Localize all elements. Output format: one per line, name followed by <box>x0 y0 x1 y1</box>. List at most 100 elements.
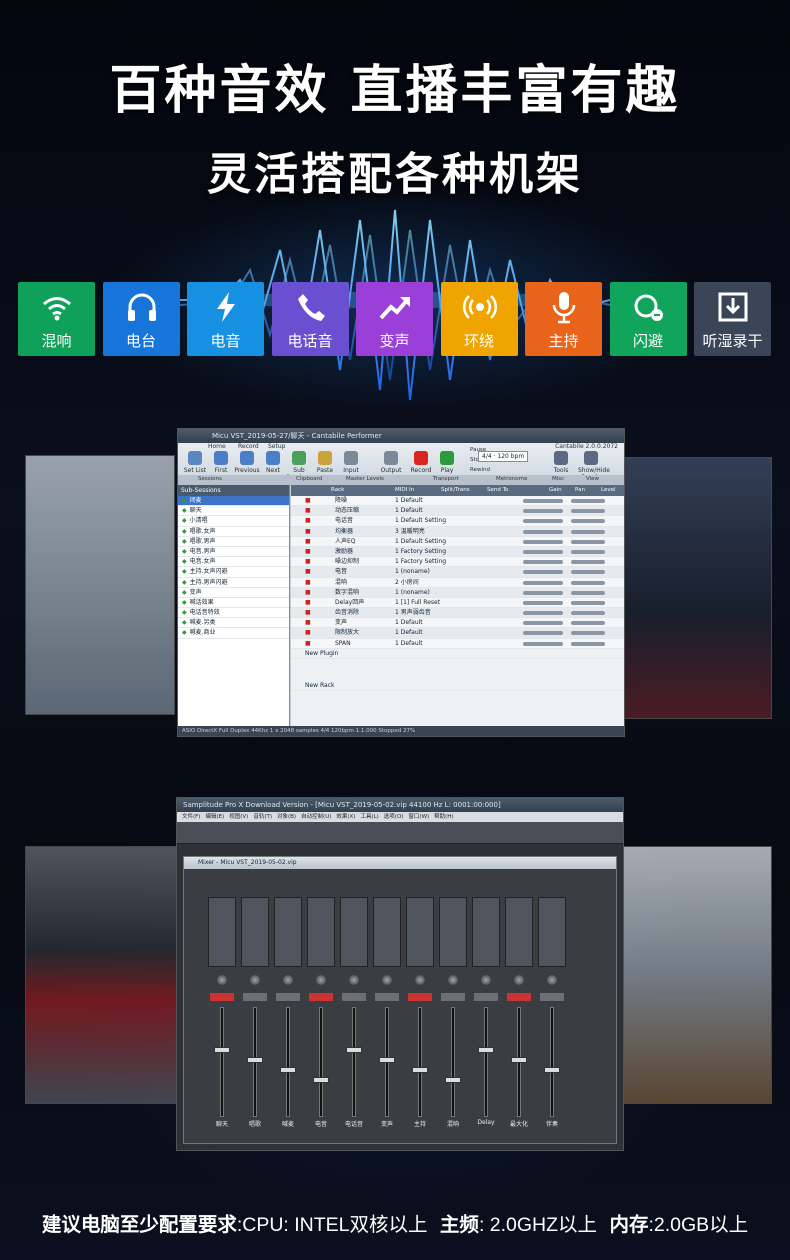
power-icon[interactable]: ■ <box>305 598 311 608</box>
gain-slider[interactable] <box>523 641 563 646</box>
new-rack-button[interactable]: New Rack <box>291 681 624 692</box>
pan-slider[interactable] <box>571 509 605 514</box>
pan-slider[interactable] <box>571 611 605 616</box>
mute-button[interactable] <box>276 993 300 1001</box>
subsession-item[interactable]: ◆ 唱歌.女声 <box>178 527 289 537</box>
pan-knob[interactable] <box>547 975 557 985</box>
menu-item[interactable]: 对象(B) <box>277 814 296 820</box>
plugin-row[interactable]: ■ 限制放大 1 Default <box>291 628 624 639</box>
volume-fader[interactable] <box>379 1057 395 1063</box>
plugin-row[interactable]: ■ 电音 1 (noname) <box>291 567 624 578</box>
plugin-row[interactable]: ■ 均衡器 3 温暖明亮 <box>291 526 624 537</box>
pan-slider[interactable] <box>571 590 605 595</box>
ribbon-button-paste[interactable]: Paste <box>312 451 338 474</box>
subsession-item[interactable]: ◆ 电音.男声 <box>178 547 289 558</box>
pan-slider[interactable] <box>571 560 605 565</box>
gain-slider[interactable] <box>523 499 563 503</box>
tab-record[interactable]: Record <box>238 443 259 450</box>
power-icon[interactable]: ■ <box>305 588 311 598</box>
effect-tile-lightning[interactable]: 电音 <box>187 282 264 356</box>
subsession-item[interactable]: ◆ 小清唱 <box>178 516 289 527</box>
effect-tile-phone[interactable]: 电话音 <box>271 282 349 356</box>
gain-slider[interactable] <box>523 580 563 585</box>
pan-knob[interactable] <box>349 975 359 985</box>
power-icon[interactable]: ■ <box>305 527 311 537</box>
effect-tile-trend-up[interactable]: 变声 <box>356 282 433 356</box>
effect-tile-wifi[interactable]: 混响 <box>18 282 95 356</box>
mute-button[interactable] <box>507 993 531 1001</box>
mute-button[interactable] <box>375 993 399 1001</box>
plugin-row[interactable]: ■ 齿音消除 1 男声弱齿音 <box>291 608 624 619</box>
volume-fader[interactable] <box>544 1067 560 1073</box>
subsession-item[interactable]: ◆ 聊天 <box>178 506 289 517</box>
ribbon-button-output[interactable]: Output <box>378 451 404 474</box>
plugin-row[interactable]: ■ 噪边抑制 1 Factory Setting <box>291 557 624 568</box>
pan-slider[interactable] <box>571 570 605 575</box>
power-icon[interactable]: ■ <box>305 567 311 577</box>
mute-button[interactable] <box>408 993 432 1001</box>
volume-fader[interactable] <box>511 1057 527 1063</box>
pan-slider[interactable] <box>571 519 605 524</box>
pan-knob[interactable] <box>382 975 392 985</box>
gain-slider[interactable] <box>523 600 563 605</box>
pan-slider[interactable] <box>571 549 605 554</box>
ribbon-button-first[interactable]: First <box>208 451 234 474</box>
subsession-item[interactable]: ◆ 喊话效果 <box>178 598 289 609</box>
ribbon-button-tools[interactable]: Tools <box>548 451 574 474</box>
plugin-row[interactable]: ■ 变声 1 Default <box>291 618 624 629</box>
power-icon[interactable]: ■ <box>305 496 311 506</box>
power-icon[interactable]: ■ <box>305 537 311 547</box>
mute-button[interactable] <box>342 993 366 1001</box>
pan-knob[interactable] <box>481 975 491 985</box>
subsession-item[interactable]: ◆ 电话音特效 <box>178 608 289 619</box>
pan-slider[interactable] <box>571 600 605 605</box>
subsession-item[interactable]: ◆ 变声 <box>178 588 289 598</box>
pan-knob[interactable] <box>448 975 458 985</box>
volume-fader[interactable] <box>445 1077 461 1083</box>
mute-button[interactable] <box>441 993 465 1001</box>
menu-item[interactable]: 视图(V) <box>229 814 248 820</box>
effect-tile-download[interactable]: 听湿录干 <box>694 282 771 356</box>
ribbon-button-next[interactable]: Next <box>260 451 286 474</box>
gain-slider[interactable] <box>523 570 563 575</box>
power-icon[interactable]: ■ <box>305 516 311 526</box>
gain-slider[interactable] <box>523 509 563 514</box>
pan-knob[interactable] <box>514 975 524 985</box>
ribbon-button-record[interactable]: Record <box>408 451 434 474</box>
subsession-item[interactable]: ◆ 主持.男声闪避 <box>178 578 289 588</box>
volume-fader[interactable] <box>313 1077 329 1083</box>
tempo-display[interactable]: 4/4 · 120 bpm <box>478 451 529 462</box>
tab-setup[interactable]: Setup <box>268 443 285 450</box>
power-icon[interactable]: ■ <box>305 639 311 649</box>
pan-slider[interactable] <box>571 621 605 626</box>
volume-fader[interactable] <box>346 1047 362 1053</box>
ribbon-button-previous[interactable]: Previous <box>234 451 260 474</box>
effect-tile-broadcast[interactable]: 环绕 <box>440 282 518 356</box>
ribbon-button-play[interactable]: Play <box>434 451 460 474</box>
menu-item[interactable]: 帮助(H) <box>434 814 453 820</box>
pan-slider[interactable] <box>571 529 605 534</box>
pan-knob[interactable] <box>250 975 260 985</box>
menu-item[interactable]: 窗口(W) <box>408 814 429 820</box>
menu-item[interactable]: 编辑(E) <box>205 814 224 820</box>
gain-slider[interactable] <box>523 519 563 524</box>
pan-knob[interactable] <box>283 975 293 985</box>
power-icon[interactable]: ■ <box>305 557 311 567</box>
new-plugin-button[interactable]: New Plugin <box>291 649 624 659</box>
gain-slider[interactable] <box>523 611 563 616</box>
subsession-item[interactable]: ◆ 电音.女声 <box>178 557 289 568</box>
volume-fader[interactable] <box>214 1047 230 1053</box>
power-icon[interactable]: ■ <box>305 506 311 516</box>
pan-slider[interactable] <box>571 631 605 636</box>
menu-item[interactable]: 文件(F) <box>182 814 200 820</box>
volume-fader[interactable] <box>280 1067 296 1073</box>
effect-tile-headphones[interactable]: 电台 <box>102 282 180 356</box>
subsession-item[interactable]: ◆ 唱歌.男声 <box>178 537 289 547</box>
power-icon[interactable]: ■ <box>305 618 311 628</box>
volume-fader[interactable] <box>412 1067 428 1073</box>
gain-slider[interactable] <box>523 631 563 636</box>
pan-knob[interactable] <box>217 975 227 985</box>
pan-knob[interactable] <box>316 975 326 985</box>
pan-slider[interactable] <box>571 580 605 585</box>
mute-button[interactable] <box>309 993 333 1001</box>
